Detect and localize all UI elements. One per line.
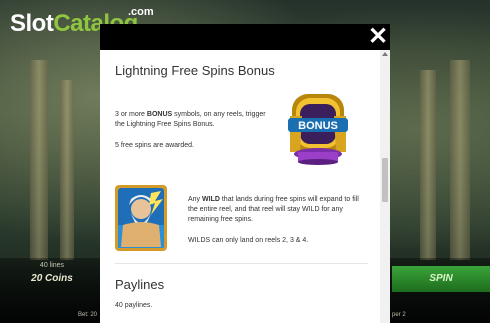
bet-label: Bet: 20 (78, 312, 98, 318)
logo-com: .com (128, 6, 154, 18)
zeus-wild-symbol-icon (115, 185, 167, 251)
paylines-count-text: 40 paylines. (115, 302, 153, 309)
close-button[interactable]: ✕ (366, 24, 390, 50)
temple-pillar (30, 60, 48, 260)
temple-pillar (450, 60, 470, 260)
bonus-symbol-text: BONUS (298, 120, 338, 132)
temple-pillar (60, 80, 74, 260)
line-label: per 2 (392, 312, 406, 318)
bet-lines-display: 40 lines 20 Coins (12, 262, 92, 292)
wild-reels-text: WILDS can only land on reels 2, 3 & 4. (188, 237, 309, 244)
scrollbar-thumb[interactable] (382, 158, 388, 202)
section-title-lightning-free-spins: Lightning Free Spins Bonus (115, 63, 275, 78)
spin-button[interactable]: SPIN (392, 266, 490, 292)
scroll-up-arrow-icon[interactable] (382, 52, 388, 56)
lines-label: 40 lines (39, 262, 65, 269)
bonus-symbol-icon: BONUS (282, 90, 354, 166)
section-title-paylines: Paylines (115, 277, 165, 292)
modal-header (100, 24, 390, 50)
temple-pillar (420, 70, 436, 260)
free-spins-awarded-text: 5 free spins are awarded. (115, 142, 194, 149)
expanding-wild-text: Any WILD that lands during free spins wi… (188, 196, 359, 223)
section-divider (115, 263, 368, 264)
bonus-trigger-text: 3 or more BONUS symbols, on any reels, t… (115, 111, 266, 128)
coins-value: 20 Coins (31, 273, 73, 284)
